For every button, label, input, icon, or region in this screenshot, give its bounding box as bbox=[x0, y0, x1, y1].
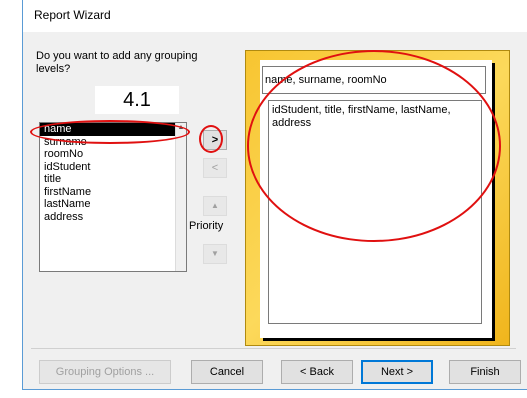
window-title: Report Wizard bbox=[34, 8, 111, 22]
list-item[interactable]: name bbox=[40, 123, 176, 136]
add-grouping-button[interactable]: > bbox=[203, 130, 227, 150]
report-wizard-dialog: Report Wizard Do you want to add any gro… bbox=[22, 0, 527, 390]
list-item[interactable]: title bbox=[40, 173, 186, 186]
back-button[interactable]: < Back bbox=[281, 360, 353, 384]
list-item[interactable]: lastName bbox=[40, 198, 186, 211]
footer-divider bbox=[31, 348, 516, 349]
cancel-button[interactable]: Cancel bbox=[191, 360, 263, 384]
arrow-up-icon: ▲ bbox=[211, 201, 219, 210]
priority-up-button[interactable]: ▲ bbox=[203, 196, 227, 216]
available-fields-list[interactable]: name surname roomNo idStudent title firs… bbox=[39, 122, 187, 272]
list-item[interactable]: idStudent bbox=[40, 161, 186, 174]
priority-down-button[interactable]: ▼ bbox=[203, 244, 227, 264]
remove-grouping-button[interactable]: < bbox=[203, 158, 227, 178]
list-item[interactable]: address bbox=[40, 211, 186, 224]
title-bar: Report Wizard bbox=[23, 0, 527, 32]
grouping-question: Do you want to add any grouping levels? bbox=[36, 50, 198, 75]
step-annotation-label: 4.1 bbox=[95, 86, 179, 114]
detail-fields-preview: idStudent, title, firstName, lastName, a… bbox=[268, 100, 482, 324]
list-item[interactable]: surname bbox=[40, 136, 186, 149]
list-scrollbar[interactable]: ▲ bbox=[175, 123, 186, 271]
finish-button[interactable]: Finish bbox=[449, 360, 521, 384]
list-item[interactable]: firstName bbox=[40, 186, 186, 199]
preview-page: name, surname, roomNo idStudent, title, … bbox=[260, 60, 492, 338]
grouping-options-label: Grouping Options ... bbox=[55, 366, 155, 378]
next-button[interactable]: Next > bbox=[361, 360, 433, 384]
arrow-down-icon: ▼ bbox=[211, 249, 219, 258]
scroll-up-icon[interactable]: ▲ bbox=[176, 123, 186, 133]
priority-label: Priority bbox=[189, 220, 224, 232]
list-item[interactable]: roomNo bbox=[40, 148, 186, 161]
report-preview: name, surname, roomNo idStudent, title, … bbox=[245, 50, 510, 346]
group-header-preview: name, surname, roomNo bbox=[262, 66, 486, 94]
grouping-options-button[interactable]: Grouping Options ... bbox=[39, 360, 171, 384]
